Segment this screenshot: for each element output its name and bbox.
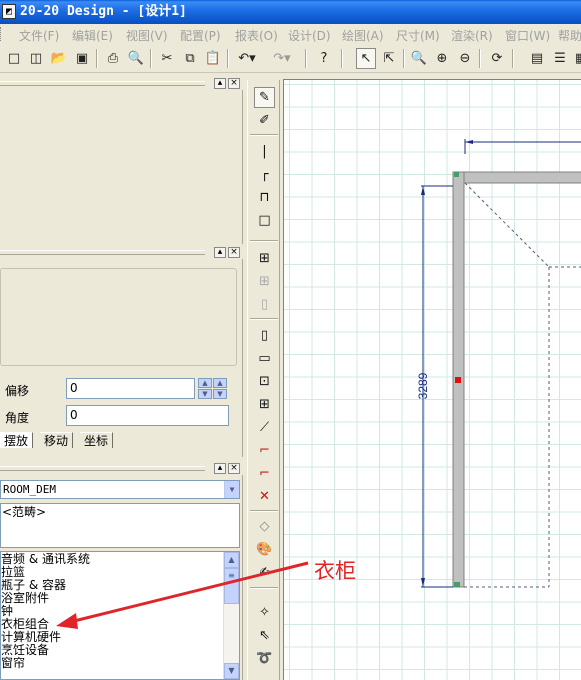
annotation-arrowhead <box>56 613 78 629</box>
annotation-label: 衣柜 <box>314 559 356 583</box>
annotation-overlay <box>56 561 309 629</box>
app-window: ◩ 20-20 Design - [设计1] 文件(F) 编辑(E) 视图(V)… <box>0 0 581 680</box>
annotation-arrow-line <box>69 561 309 624</box>
